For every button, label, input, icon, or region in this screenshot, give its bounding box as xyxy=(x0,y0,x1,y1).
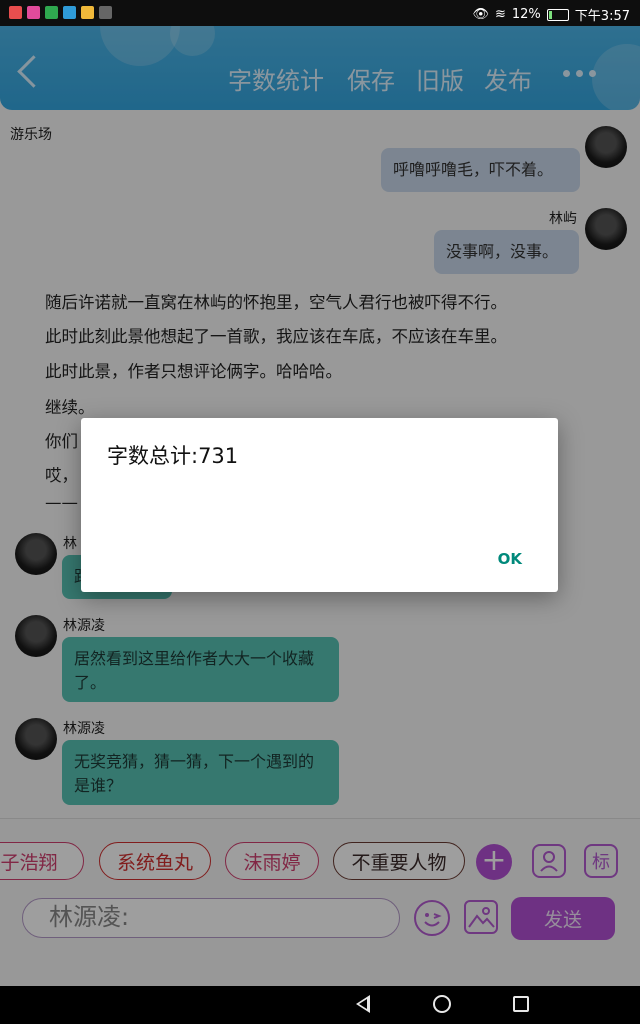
status-bar: 👁 ≋ 12% 下午3:57 xyxy=(0,0,640,26)
word-count-dialog: 字数总计:731 OK xyxy=(81,418,558,592)
app-icon-news xyxy=(45,6,58,19)
app-icon-play xyxy=(63,6,76,19)
ok-button[interactable]: OK xyxy=(498,550,522,568)
system-nav-bar xyxy=(0,986,640,1024)
wifi-icon: ≋ xyxy=(494,7,506,22)
nav-back-icon-inner xyxy=(359,999,367,1009)
clock: 下午3:57 xyxy=(574,9,630,24)
dialog-title: 字数总计:731 xyxy=(107,444,239,468)
app-icon-game xyxy=(81,6,94,19)
nav-home-icon[interactable] xyxy=(433,995,451,1013)
notification-icons xyxy=(9,6,112,19)
nav-recent-apps-icon[interactable] xyxy=(513,996,529,1012)
battery-icon xyxy=(546,8,569,21)
battery-percent: 12% xyxy=(511,7,541,22)
app-icon-media xyxy=(99,6,112,19)
eye-icon: 👁 xyxy=(472,7,489,22)
app-icon-shop xyxy=(27,6,40,19)
app-icon-video xyxy=(9,6,22,19)
